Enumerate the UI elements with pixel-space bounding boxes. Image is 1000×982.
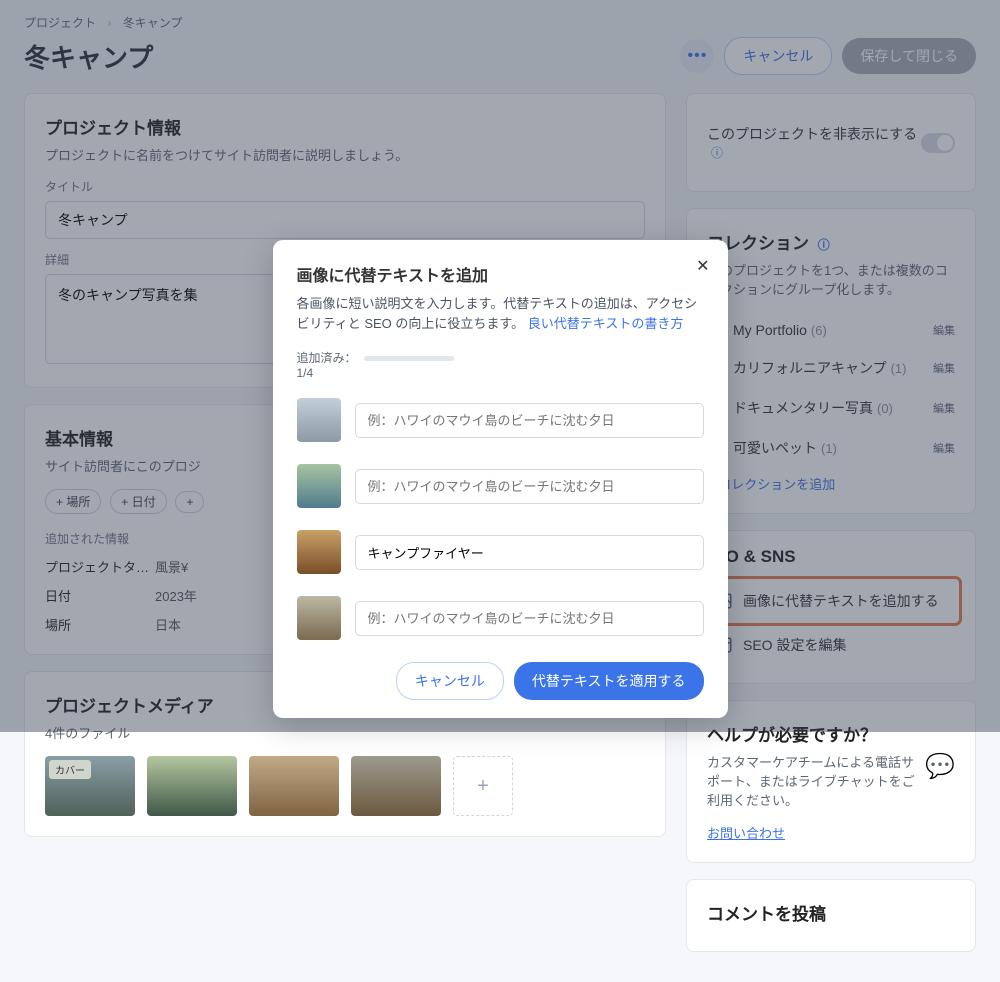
modal-desc: 各画像に短い説明文を入力します。代替テキストの追加は、アクセシビリティと SEO… bbox=[297, 294, 704, 333]
modal-title: 画像に代替テキストを追加 bbox=[297, 262, 704, 286]
alt-thumb-4 bbox=[297, 596, 341, 640]
media-add-button[interactable]: + bbox=[453, 756, 513, 816]
cover-badge: カバー bbox=[49, 760, 91, 779]
modal-apply-button[interactable]: 代替テキストを適用する bbox=[514, 662, 704, 700]
alt-thumb-2 bbox=[297, 464, 341, 508]
alt-thumb-3 bbox=[297, 530, 341, 574]
help-illustration: 💬 bbox=[925, 752, 955, 842]
comments-card: コメントを投稿 bbox=[686, 879, 976, 952]
alt-input-2[interactable] bbox=[355, 469, 704, 504]
close-icon[interactable]: ✕ bbox=[696, 256, 709, 276]
media-thumb-2[interactable] bbox=[147, 756, 237, 816]
help-body: カスタマーケアチームによる電話サポート、またはライブチャットをご利用ください。 bbox=[707, 752, 917, 809]
help-contact-link[interactable]: お問い合わせ bbox=[707, 826, 785, 841]
alt-input-4[interactable] bbox=[355, 601, 704, 636]
media-thumb-3[interactable] bbox=[249, 756, 339, 816]
modal-overlay: ✕ 画像に代替テキストを追加 各画像に短い説明文を入力します。代替テキストの追加… bbox=[0, 0, 1000, 732]
media-thumb-1[interactable]: カバー bbox=[45, 756, 135, 816]
alt-text-modal: ✕ 画像に代替テキストを追加 各画像に短い説明文を入力します。代替テキストの追加… bbox=[273, 240, 728, 718]
progress-bar bbox=[364, 356, 454, 361]
media-thumb-4[interactable] bbox=[351, 756, 441, 816]
comments-heading: コメントを投稿 bbox=[707, 900, 955, 925]
modal-cancel-button[interactable]: キャンセル bbox=[396, 662, 504, 700]
modal-help-link[interactable]: 良い代替テキストの書き方 bbox=[528, 316, 684, 331]
progress-count: 1/4 bbox=[297, 366, 704, 380]
alt-input-3[interactable] bbox=[355, 535, 704, 570]
alt-thumb-1 bbox=[297, 398, 341, 442]
alt-input-1[interactable] bbox=[355, 403, 704, 438]
progress-label: 追加済み： bbox=[297, 351, 357, 365]
